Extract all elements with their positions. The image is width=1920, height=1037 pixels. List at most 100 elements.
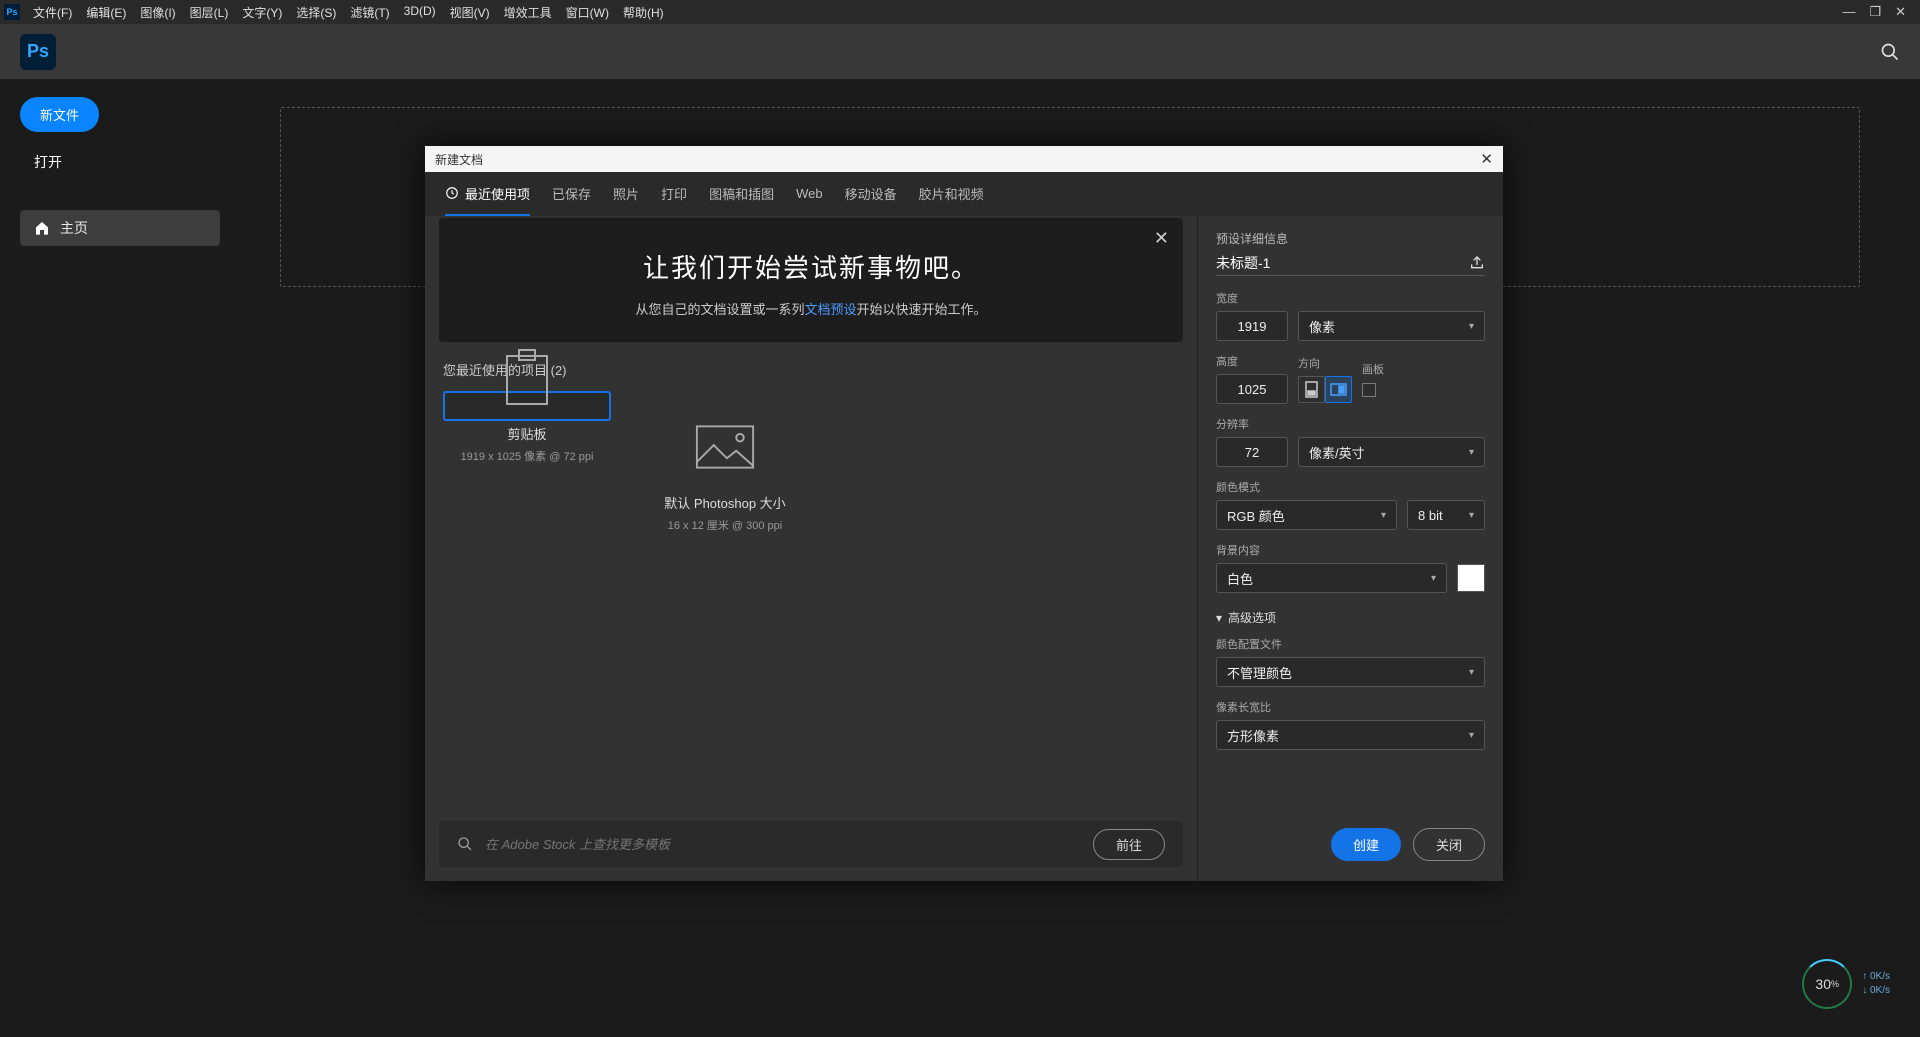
- home-icon: [34, 220, 50, 236]
- doc-presets-link[interactable]: 文档预设: [804, 302, 856, 317]
- tab-1[interactable]: 已保存: [552, 172, 591, 216]
- menu-item[interactable]: 窗口(W): [559, 4, 616, 21]
- menu-item[interactable]: 编辑(E): [79, 4, 133, 21]
- home-sidebar: 新文件 打开 主页: [0, 79, 220, 1037]
- resolution-label: 分辨率: [1216, 416, 1485, 432]
- chevron-down-icon: ▾: [1216, 611, 1222, 625]
- artboard-checkbox[interactable]: [1362, 383, 1376, 397]
- search-icon[interactable]: [1880, 42, 1900, 62]
- dialog-title: 新建文档: [435, 151, 483, 168]
- document-name-input[interactable]: [1216, 255, 1469, 271]
- menu-item[interactable]: 滤镜(T): [343, 4, 396, 21]
- tab-6[interactable]: 移动设备: [845, 172, 897, 216]
- upload-speed: 0K/s: [1862, 970, 1890, 984]
- width-input[interactable]: [1216, 311, 1288, 341]
- ps-icon-small: Ps: [4, 4, 20, 20]
- color-profile-label: 颜色配置文件: [1216, 636, 1485, 652]
- open-button[interactable]: 打开: [20, 144, 76, 180]
- tab-7[interactable]: 胶片和视频: [919, 172, 984, 216]
- dialog-tabs: 最近使用项已保存照片打印图稿和插图 Web 移动设备胶片和视频: [425, 172, 1503, 216]
- details-header: 预设详细信息: [1216, 230, 1485, 247]
- menu-item[interactable]: 文字(Y): [235, 4, 289, 21]
- background-color-swatch[interactable]: [1457, 564, 1485, 592]
- advanced-options-toggle[interactable]: ▾高级选项: [1216, 609, 1485, 626]
- height-label: 高度: [1216, 353, 1288, 369]
- preset-list: 剪贴板1919 x 1025 像素 @ 72 ppi默认 Photoshop 大…: [439, 391, 1183, 559]
- new-file-button[interactable]: 新文件: [20, 97, 99, 132]
- preset-item[interactable]: 默认 Photoshop 大小 16 x 12 厘米 @ 300 ppi: [641, 391, 809, 559]
- ps-logo-icon: Ps: [20, 34, 56, 70]
- stock-go-button[interactable]: 前往: [1093, 829, 1165, 860]
- new-document-dialog: 新建文档 ✕ 最近使用项已保存照片打印图稿和插图 Web 移动设备胶片和视频 ✕ 让…: [425, 146, 1503, 881]
- sidebar-item-home[interactable]: 主页: [20, 210, 220, 246]
- orientation-portrait-button[interactable]: [1298, 376, 1325, 403]
- network-widget: 30% 0K/s 0K/s: [1802, 959, 1890, 1009]
- save-preset-icon[interactable]: [1469, 255, 1485, 271]
- chevron-down-icon: ▾: [1469, 730, 1474, 741]
- color-profile-select[interactable]: 不管理颜色▾: [1216, 657, 1485, 687]
- menu-item[interactable]: 选择(S): [289, 4, 343, 21]
- width-unit-select[interactable]: 像素▾: [1298, 311, 1485, 341]
- clock-icon: [445, 186, 459, 200]
- chevron-down-icon: ▾: [1469, 667, 1474, 678]
- stock-search-bar: 前往: [439, 821, 1183, 867]
- background-label: 背景内容: [1216, 542, 1485, 558]
- menu-item[interactable]: 帮助(H): [616, 4, 671, 21]
- create-button[interactable]: 创建: [1331, 828, 1401, 861]
- welcome-banner: ✕ 让我们开始尝试新事物吧。 从您自己的文档设置或一系列文档预设开始以快速开始工…: [439, 218, 1183, 342]
- stock-search-input[interactable]: [485, 837, 1081, 852]
- orientation-label: 方向: [1298, 355, 1352, 371]
- tab-0[interactable]: 最近使用项: [445, 172, 530, 216]
- resolution-input[interactable]: [1216, 437, 1288, 467]
- app-header: Ps: [0, 24, 1920, 79]
- menu-item[interactable]: 文件(F): [26, 4, 79, 21]
- banner-text: 从您自己的文档设置或一系列文档预设开始以快速开始工作。: [469, 299, 1153, 318]
- tab-2[interactable]: 照片: [613, 172, 639, 216]
- pixel-aspect-select[interactable]: 方形像素▾: [1216, 720, 1485, 750]
- chevron-down-icon: ▾: [1469, 447, 1474, 458]
- sidebar-item-label: 主页: [60, 218, 88, 238]
- tab-3[interactable]: 打印: [661, 172, 687, 216]
- minimize-button[interactable]: —: [1842, 4, 1855, 20]
- width-label: 宽度: [1216, 290, 1485, 306]
- artboard-label: 画板: [1362, 361, 1384, 377]
- window-controls: — ❐ ✕: [1842, 4, 1916, 20]
- color-mode-label: 颜色模式: [1216, 479, 1485, 495]
- resolution-unit-select[interactable]: 像素/英寸▾: [1298, 437, 1485, 467]
- pixel-aspect-label: 像素长宽比: [1216, 699, 1485, 715]
- banner-close-icon[interactable]: ✕: [1154, 228, 1169, 249]
- preset-name: 剪贴板: [507, 424, 546, 443]
- color-mode-select[interactable]: RGB 颜色▾: [1216, 500, 1397, 530]
- close-icon[interactable]: ✕: [1480, 150, 1493, 168]
- chevron-down-icon: ▾: [1469, 321, 1474, 332]
- close-window-button[interactable]: ✕: [1895, 4, 1906, 20]
- chevron-down-icon: ▾: [1431, 573, 1436, 584]
- download-speed: 0K/s: [1862, 984, 1890, 998]
- usage-ring: 30%: [1802, 959, 1852, 1009]
- bit-depth-select[interactable]: 8 bit▾: [1407, 500, 1485, 530]
- preset-name: 默认 Photoshop 大小: [664, 493, 785, 512]
- background-select[interactable]: 白色▾: [1216, 563, 1447, 593]
- menu-item[interactable]: 图层(L): [183, 4, 236, 21]
- dialog-titlebar: 新建文档 ✕: [425, 146, 1503, 172]
- tab-5[interactable]: Web: [796, 172, 823, 216]
- menu-item[interactable]: 3D(D): [397, 4, 443, 21]
- menu-item[interactable]: 增效工具: [497, 4, 559, 21]
- image-icon: [695, 417, 755, 477]
- chevron-down-icon: ▾: [1381, 510, 1386, 521]
- search-icon: [457, 836, 473, 852]
- preset-details-panel: 预设详细信息 宽度 像素▾ 高度 方向: [1197, 216, 1503, 881]
- height-input[interactable]: [1216, 374, 1288, 404]
- preset-dim: 16 x 12 厘米 @ 300 ppi: [668, 517, 783, 533]
- orientation-landscape-button[interactable]: [1325, 376, 1352, 403]
- menu-item[interactable]: 图像(I): [133, 4, 182, 21]
- chevron-down-icon: ▾: [1469, 510, 1474, 521]
- close-button[interactable]: 关闭: [1413, 828, 1485, 861]
- menu-item[interactable]: 视图(V): [443, 4, 497, 21]
- menubar: Ps 文件(F)编辑(E)图像(I)图层(L)文字(Y)选择(S)滤镜(T)3D…: [0, 0, 1920, 24]
- banner-heading: 让我们开始尝试新事物吧。: [469, 248, 1153, 285]
- tab-4[interactable]: 图稿和插图: [709, 172, 774, 216]
- preset-item[interactable]: 剪贴板1919 x 1025 像素 @ 72 ppi: [443, 391, 611, 421]
- maximize-button[interactable]: ❐: [1869, 4, 1881, 20]
- preset-dim: 1919 x 1025 像素 @ 72 ppi: [461, 448, 594, 464]
